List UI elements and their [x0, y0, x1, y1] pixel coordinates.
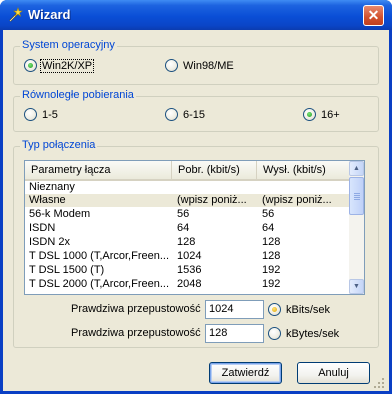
column-header-params[interactable]: Parametry łącza — [25, 161, 172, 179]
grip-line — [354, 193, 360, 194]
radio-circle — [268, 327, 281, 340]
arrow-down-icon: ▼ — [353, 283, 360, 290]
grip-dot — [382, 386, 384, 388]
list-item[interactable]: 56-k Modem 56 56 — [25, 208, 350, 221]
radio-label-16-plus: 16+ — [321, 108, 340, 121]
radio-win2k-xp[interactable]: Win2K/XP — [24, 58, 95, 73]
column-header-download[interactable]: Pobr. (kbit/s) — [172, 161, 257, 179]
radio-circle — [268, 303, 281, 316]
radio-selected-dot — [28, 63, 33, 68]
cell-download: 2048 — [177, 278, 202, 290]
download-bandwidth-label: Prawdziwa przepustowość — [71, 303, 201, 315]
cell-download: 128 — [177, 236, 196, 248]
radio-downloads-1-5[interactable]: 1-5 — [24, 108, 59, 121]
list-header: Parametry łącza Pobr. (kbit/s) Wysł. (kb… — [25, 161, 350, 181]
scroll-thumb[interactable] — [349, 177, 364, 215]
radio-selected-dot — [272, 307, 277, 312]
cell-params: Własne — [29, 194, 66, 206]
wizard-window: Wizard ✕ System operacyjny Win2K/XP Win9… — [0, 0, 392, 394]
column-header-upload[interactable]: Wysł. (kbit/s) — [257, 161, 350, 179]
list-item[interactable]: ISDN 2x 128 128 — [25, 236, 350, 249]
resize-grip-icon[interactable] — [373, 377, 385, 389]
grip-dot — [374, 386, 376, 388]
grip-line — [354, 197, 360, 198]
upload-bandwidth-input[interactable]: 128 — [205, 324, 264, 343]
list-item-selected[interactable]: Własne (wpisz poniż... (wpisz poniż... — [25, 194, 350, 207]
list-item[interactable]: T DSL 1500 (T) 1536 192 — [25, 264, 350, 277]
cell-params: ISDN 2x — [29, 236, 70, 248]
grip-dot — [382, 378, 384, 380]
connection-type-label: Typ połączenia — [20, 139, 98, 151]
vertical-scrollbar[interactable]: ▲ ▼ — [349, 161, 364, 294]
cell-download: 1536 — [177, 264, 202, 276]
close-button[interactable]: ✕ — [363, 5, 384, 26]
radio-downloads-16-plus[interactable]: 16+ — [303, 108, 341, 121]
grip-dot — [378, 386, 380, 388]
parallel-downloads-label: Równoległe pobierania — [20, 89, 136, 101]
wizard-wand-icon — [9, 7, 23, 22]
upload-bandwidth-label: Prawdziwa przepustowość — [71, 327, 201, 339]
confirm-button-label: Zatwierdź — [221, 367, 270, 379]
radio-kbytes-per-sec[interactable]: kBytes/sek — [268, 327, 340, 340]
connection-list[interactable]: Parametry łącza Pobr. (kbit/s) Wysł. (kb… — [24, 160, 365, 295]
radio-label-kbits: kBits/sek — [286, 303, 331, 316]
cell-download: (wpisz poniż... — [177, 194, 247, 206]
scroll-down-button[interactable]: ▼ — [349, 279, 364, 294]
close-icon: ✕ — [367, 7, 380, 23]
radio-circle — [24, 59, 37, 72]
grip-line — [354, 195, 360, 196]
window-title: Wizard — [28, 7, 71, 22]
arrow-up-icon: ▲ — [353, 165, 360, 172]
radio-circle — [165, 59, 178, 72]
list-item[interactable]: T DSL 1000 (T,Arcor,Freen... 1024 128 — [25, 250, 350, 263]
os-group: System operacyjny Win2K/XP Win98/ME — [13, 39, 379, 85]
cell-upload: 128 — [262, 250, 281, 262]
cancel-button[interactable]: Anuluj — [297, 362, 370, 384]
cancel-button-label: Anuluj — [318, 367, 349, 379]
parallel-downloads-group: Równoległe pobierania 1-5 6-15 16+ — [13, 89, 379, 132]
cell-upload: 128 — [262, 236, 281, 248]
grip-line — [354, 199, 360, 200]
cell-upload: 56 — [262, 208, 275, 220]
radio-label-1-5: 1-5 — [42, 108, 58, 121]
radio-label-6-15: 6-15 — [183, 108, 206, 121]
cell-download: 56 — [177, 208, 190, 220]
cell-params: T DSL 1500 (T) — [29, 264, 105, 276]
cell-params: ISDN — [29, 222, 56, 234]
radio-circle — [303, 108, 316, 121]
download-bandwidth-input[interactable]: 1024 — [205, 300, 264, 319]
confirm-button[interactable]: Zatwierdź — [209, 362, 282, 384]
radio-kbits-per-sec[interactable]: kBits/sek — [268, 303, 331, 316]
radio-circle — [24, 108, 37, 121]
radio-downloads-6-15[interactable]: 6-15 — [165, 108, 206, 121]
title-bar[interactable]: Wizard ✕ — [0, 0, 392, 30]
grip-dot — [382, 382, 384, 384]
list-item[interactable]: Nieznany — [25, 181, 350, 194]
radio-label-win2k-xp: Win2K/XP — [39, 58, 95, 73]
cell-upload: 192 — [262, 264, 281, 276]
list-item[interactable]: ISDN 64 64 — [25, 222, 350, 235]
radio-selected-dot — [307, 112, 312, 117]
list-item[interactable]: T DSL 2000 (T,Arcor,Freen... 2048 192 — [25, 278, 350, 291]
dialog-body: System operacyjny Win2K/XP Win98/ME Równ… — [3, 30, 389, 391]
cell-params: T DSL 1000 (T,Arcor,Freen... — [29, 250, 169, 262]
grip-dot — [378, 382, 380, 384]
radio-circle — [165, 108, 178, 121]
radio-label-win98-me: Win98/ME — [183, 59, 234, 72]
cell-upload: 192 — [262, 278, 281, 290]
cell-params: Nieznany — [29, 181, 75, 193]
cell-download: 64 — [177, 222, 190, 234]
cell-download: 1024 — [177, 250, 202, 262]
radio-label-kbytes: kBytes/sek — [286, 327, 340, 340]
radio-win98-me[interactable]: Win98/ME — [165, 59, 235, 72]
cell-upload: 64 — [262, 222, 275, 234]
cell-params: 56-k Modem — [29, 208, 91, 220]
os-group-label: System operacyjny — [20, 39, 117, 51]
cell-params: T DSL 2000 (T,Arcor,Freen... — [29, 278, 169, 290]
cell-upload: (wpisz poniż... — [262, 194, 332, 206]
scroll-up-button[interactable]: ▲ — [349, 161, 364, 176]
